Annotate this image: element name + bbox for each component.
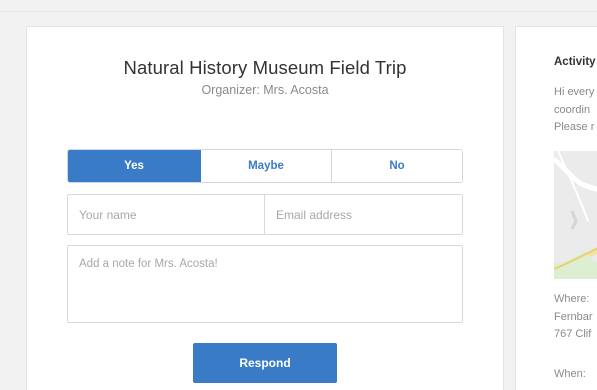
- event-title: Natural History Museum Field Trip: [123, 57, 407, 78]
- rsvp-maybe-button[interactable]: Maybe: [201, 150, 332, 182]
- where-line: Fernbar: [554, 310, 593, 323]
- when-section: When:: [554, 366, 586, 384]
- where-section: Where: Fernbar 767 Clif: [554, 291, 593, 344]
- location-map[interactable]: [554, 151, 597, 279]
- name-input[interactable]: [68, 195, 265, 234]
- activity-message: Hi every coordin Please r: [554, 84, 594, 137]
- rsvp-yes-button[interactable]: Yes: [68, 150, 201, 182]
- when-label: When:: [554, 368, 586, 380]
- activity-line: Please r: [554, 121, 595, 133]
- rsvp-no-button[interactable]: No: [332, 150, 462, 182]
- event-organizer: Organizer: Mrs. Acosta: [201, 83, 329, 97]
- contact-fields: [67, 194, 463, 235]
- activity-line: coordin: [554, 103, 591, 116]
- rsvp-toggle: Yes Maybe No: [67, 149, 463, 183]
- note-textarea[interactable]: [67, 245, 463, 323]
- map-graphic: [554, 151, 597, 279]
- activity-card: Activity Hi every coordin Please r Where…: [515, 26, 597, 390]
- activity-line: Hi every: [554, 86, 595, 98]
- page: Natural History Museum Field Trip Organi…: [0, 0, 597, 390]
- activity-title: Activity: [554, 56, 596, 68]
- top-divider: [0, 11, 597, 12]
- where-label: Where:: [554, 293, 590, 305]
- respond-button[interactable]: Respond: [193, 343, 337, 383]
- where-line: 767 Clif: [554, 328, 592, 340]
- rsvp-card: Natural History Museum Field Trip Organi…: [26, 26, 504, 390]
- email-input[interactable]: [265, 195, 462, 234]
